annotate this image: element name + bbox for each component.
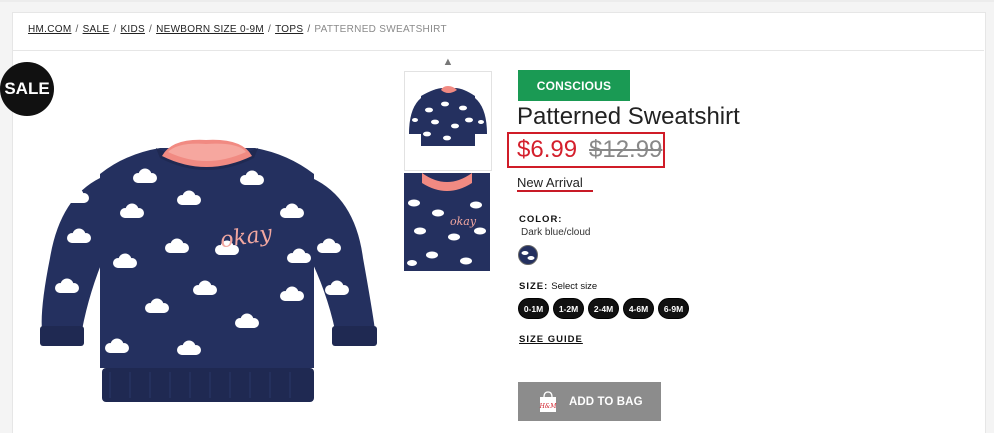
breadcrumb-link-tops[interactable]: TOPS bbox=[275, 24, 303, 35]
thumbnail-front-image bbox=[409, 86, 487, 146]
size-guide-link[interactable]: SIZE GUIDE bbox=[519, 334, 583, 345]
thumbnail-detail[interactable]: okay bbox=[404, 173, 490, 271]
breadcrumb-link-sale[interactable]: SALE bbox=[83, 24, 110, 35]
add-to-bag-label: ADD TO BAG bbox=[569, 395, 643, 408]
size-option-0-1m[interactable]: 0-1M bbox=[518, 298, 549, 319]
svg-text:okay: okay bbox=[450, 215, 477, 228]
original-price: $12.99 bbox=[589, 136, 663, 163]
color-value: Dark blue/cloud bbox=[521, 227, 591, 238]
sale-price: $6.99 bbox=[517, 136, 578, 163]
size-label: SIZE: Select size bbox=[519, 281, 598, 292]
cloud-pattern-icon bbox=[521, 251, 535, 260]
breadcrumb-link-newborn[interactable]: NEWBORN SIZE 0-9M bbox=[156, 24, 264, 35]
size-option-6-9m[interactable]: 6-9M bbox=[658, 298, 689, 319]
new-arrival-label: New Arrival bbox=[517, 175, 583, 190]
add-to-bag-button[interactable]: H&M ADD TO BAG bbox=[518, 382, 661, 421]
size-option-1-2m[interactable]: 1-2M bbox=[553, 298, 584, 319]
new-arrival-underline bbox=[517, 190, 593, 192]
sale-badge: SALE bbox=[0, 62, 54, 116]
header-divider bbox=[12, 50, 984, 51]
size-placeholder: Select size bbox=[551, 281, 598, 292]
conscious-badge: CONSCIOUS bbox=[518, 70, 630, 101]
bag-logo-text: H&M bbox=[539, 403, 558, 410]
size-option-4-6m[interactable]: 4-6M bbox=[623, 298, 654, 319]
color-swatch[interactable] bbox=[518, 245, 538, 265]
shopping-bag-icon: H&M bbox=[539, 390, 558, 412]
thumbnail-detail-image: okay bbox=[404, 173, 490, 271]
size-options: 0-1M 1-2M 2-4M 4-6M 6-9M bbox=[518, 298, 689, 319]
color-label: COLOR: bbox=[519, 214, 563, 225]
chevron-up-icon[interactable]: ▲ bbox=[440, 56, 456, 68]
breadcrumb: HM.COM / SALE / KIDS / NEWBORN SIZE 0-9M / TOPS /… bbox=[28, 24, 447, 35]
breadcrumb-link-kids[interactable]: KIDS bbox=[120, 24, 145, 35]
top-border bbox=[0, 0, 994, 2]
breadcrumb-current: PATTERNED SWEATSHIRT bbox=[314, 24, 447, 35]
thumbnail-front[interactable] bbox=[404, 71, 492, 171]
main-product-image[interactable]: okay bbox=[30, 118, 382, 418]
sweatshirt-image: okay bbox=[40, 139, 377, 402]
size-option-2-4m[interactable]: 2-4M bbox=[588, 298, 619, 319]
breadcrumb-link-home[interactable]: HM.COM bbox=[28, 24, 71, 35]
product-title: Patterned Sweatshirt bbox=[517, 103, 740, 130]
